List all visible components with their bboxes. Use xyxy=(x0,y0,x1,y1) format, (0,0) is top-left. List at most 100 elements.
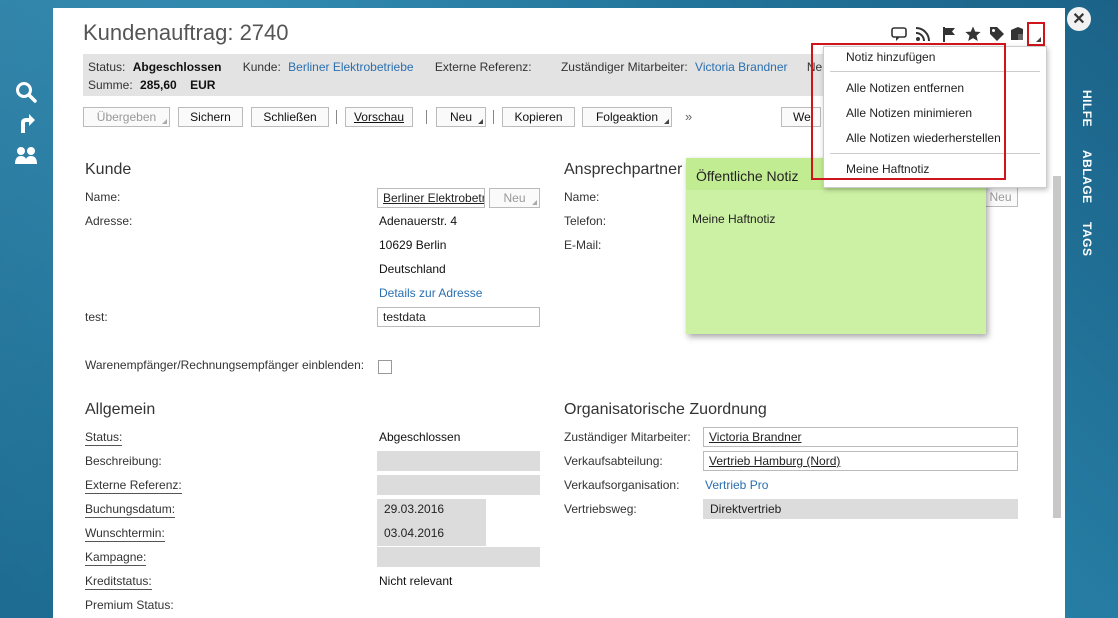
notes-icon[interactable] xyxy=(1009,26,1025,42)
menu-item-meine-haftnotiz[interactable]: Meine Haftnotiz xyxy=(846,162,929,176)
allg-beschreibung-label: Beschreibung: xyxy=(85,454,162,468)
kunde-neu-label: Neu xyxy=(503,191,526,205)
dropdown-arrow-icon xyxy=(162,119,167,124)
left-rail xyxy=(0,0,52,618)
info-mitarbeiter-label: Zuständiger Mitarbeiter: xyxy=(560,60,688,74)
section-ansprechpartner: Ansprechpartner xyxy=(564,161,683,178)
test-value: testdata xyxy=(383,310,426,324)
tag-icon[interactable] xyxy=(989,26,1005,42)
notes-menu-trigger[interactable] xyxy=(1027,22,1045,46)
rss-icon[interactable] xyxy=(915,26,931,42)
kunde-name-field[interactable]: Berliner Elektrobetriebe xyxy=(377,188,485,208)
allg-kreditstatus-label[interactable]: Kreditstatus: xyxy=(85,574,152,590)
allg-wunschtermin-value: 03.04.2016 xyxy=(384,526,445,540)
kunde-neu-button[interactable]: Neu xyxy=(489,188,540,208)
menu-separator xyxy=(830,71,1040,72)
info-mitarbeiter-link[interactable]: Victoria Brandner xyxy=(695,60,788,74)
notes-dropdown-menu: Notiz hinzufügen Alle Notizen entfernen … xyxy=(823,46,1047,188)
allg-kampagne-label[interactable]: Kampagne: xyxy=(85,550,147,566)
share-arrow-icon[interactable] xyxy=(14,111,38,135)
allg-wunschtermin-label[interactable]: Wunschtermin: xyxy=(85,526,165,542)
waren-checkbox[interactable] xyxy=(378,360,392,374)
neu-button[interactable]: Neu xyxy=(436,107,486,127)
org-vertriebsweg-label: Vertriebsweg: xyxy=(564,502,637,516)
page-title: Kundenauftrag: 2740 xyxy=(83,20,289,45)
info-extra-label: Ne xyxy=(806,60,823,74)
allg-status-value: Abgeschlossen xyxy=(379,430,461,444)
allg-buchungsdatum-field: 29.03.2016 xyxy=(377,499,486,523)
vorschau-label: Vorschau xyxy=(353,110,405,124)
folgeaktion-label: Folgeaktion xyxy=(595,110,659,124)
kunde-name-label: Name: xyxy=(85,190,121,204)
info-summe-label: Summe: xyxy=(88,78,133,92)
allg-extref-label[interactable]: Externe Referenz: xyxy=(85,478,182,494)
org-abteilung-label: Verkaufsabteilung: xyxy=(564,454,663,468)
ap-neu-button[interactable]: Neu xyxy=(983,187,1018,207)
tab-ablage[interactable]: ABLAGE xyxy=(1080,150,1094,204)
menu-item-alle-minimieren[interactable]: Alle Notizen minimieren xyxy=(846,106,972,120)
allg-extref-field xyxy=(377,475,540,495)
org-abteilung-field[interactable]: Vertrieb Hamburg (Nord) xyxy=(703,451,1018,471)
allg-buchungsdatum-value: 29.03.2016 xyxy=(384,502,445,516)
org-vertriebsweg-field: Direktvertrieb xyxy=(703,499,1018,519)
allg-wunschtermin-field: 03.04.2016 xyxy=(377,523,486,546)
allg-premium-label: Premium Status: xyxy=(85,598,174,612)
schliessen-label: Schließen xyxy=(263,110,317,124)
weitere-button[interactable]: We xyxy=(781,107,821,127)
test-label: test: xyxy=(85,310,108,324)
kunde-name-value: Berliner Elektrobetriebe xyxy=(383,191,485,205)
info-summe-value: 285,60 xyxy=(140,78,177,92)
info-status-label: Status: xyxy=(88,60,126,74)
ap-telefon-label: Telefon: xyxy=(564,214,607,228)
toolbar-separator xyxy=(426,110,427,124)
right-rail: HILFE ABLAGE TAGS xyxy=(1066,0,1118,618)
org-vertriebsweg-value: Direktvertrieb xyxy=(710,502,782,516)
ap-neu-label: Neu xyxy=(989,190,1012,204)
section-allgemein: Allgemein xyxy=(85,401,156,418)
star-icon[interactable] xyxy=(965,26,981,42)
section-kunde: Kunde xyxy=(85,161,132,178)
org-mitarbeiter-label: Zuständiger Mitarbeiter: xyxy=(564,430,691,444)
kopieren-button[interactable]: Kopieren xyxy=(502,107,575,127)
allg-beschreibung-field xyxy=(377,451,540,471)
comment-icon[interactable] xyxy=(891,26,907,42)
kunde-adresse-label: Adresse: xyxy=(85,214,133,228)
org-mitarbeiter-value: Victoria Brandner xyxy=(709,430,802,444)
allg-status-label[interactable]: Status: xyxy=(85,430,123,446)
test-field[interactable]: testdata xyxy=(377,307,540,327)
info-extref-label: Externe Referenz: xyxy=(434,60,532,74)
menu-item-alle-wiederherstellen[interactable]: Alle Notizen wiederherstellen xyxy=(846,131,1001,145)
info-kunde-link[interactable]: Berliner Elektrobetriebe xyxy=(288,60,413,74)
close-button[interactable]: ✕ xyxy=(1067,7,1091,31)
sichern-button[interactable]: Sichern xyxy=(178,107,243,127)
kunde-country: Deutschland xyxy=(379,262,446,276)
kunde-city: 10629 Berlin xyxy=(379,238,447,252)
vorschau-button[interactable]: Vorschau xyxy=(345,107,413,127)
flag-icon[interactable] xyxy=(941,26,957,42)
tab-hilfe[interactable]: HILFE xyxy=(1080,90,1094,127)
org-mitarbeiter-field[interactable]: Victoria Brandner xyxy=(703,427,1018,447)
toolbar-separator xyxy=(493,110,494,124)
details-adresse-link[interactable]: Details zur Adresse xyxy=(379,286,482,300)
dropdown-arrow-icon xyxy=(1036,37,1041,42)
neu-label: Neu xyxy=(449,110,472,124)
tab-tags[interactable]: TAGS xyxy=(1080,222,1094,256)
org-organisation-link[interactable]: Vertrieb Pro xyxy=(705,478,768,492)
uebergeben-button[interactable]: Übergeben xyxy=(83,107,170,127)
users-icon[interactable] xyxy=(14,143,38,167)
dropdown-arrow-icon xyxy=(532,200,537,205)
menu-item-notiz-hinzufuegen[interactable]: Notiz hinzufügen xyxy=(846,50,935,64)
schliessen-button[interactable]: Schließen xyxy=(251,107,329,127)
note-body[interactable]: Meine Haftnotiz xyxy=(692,212,775,226)
menu-item-alle-entfernen[interactable]: Alle Notizen entfernen xyxy=(846,81,964,95)
search-icon[interactable] xyxy=(14,80,38,104)
info-summe-currency: EUR xyxy=(190,78,216,92)
folgeaktion-button[interactable]: Folgeaktion xyxy=(582,107,672,127)
allg-buchungsdatum-label[interactable]: Buchungsdatum: xyxy=(85,502,176,518)
org-organisation-label: Verkaufsorganisation: xyxy=(564,478,680,492)
scrollbar[interactable] xyxy=(1053,176,1061,518)
toolbar-more-icon[interactable]: » xyxy=(685,109,692,124)
info-kunde-label: Kunde: xyxy=(242,60,281,74)
close-icon: ✕ xyxy=(1072,11,1086,28)
weitere-label: We xyxy=(793,110,811,124)
